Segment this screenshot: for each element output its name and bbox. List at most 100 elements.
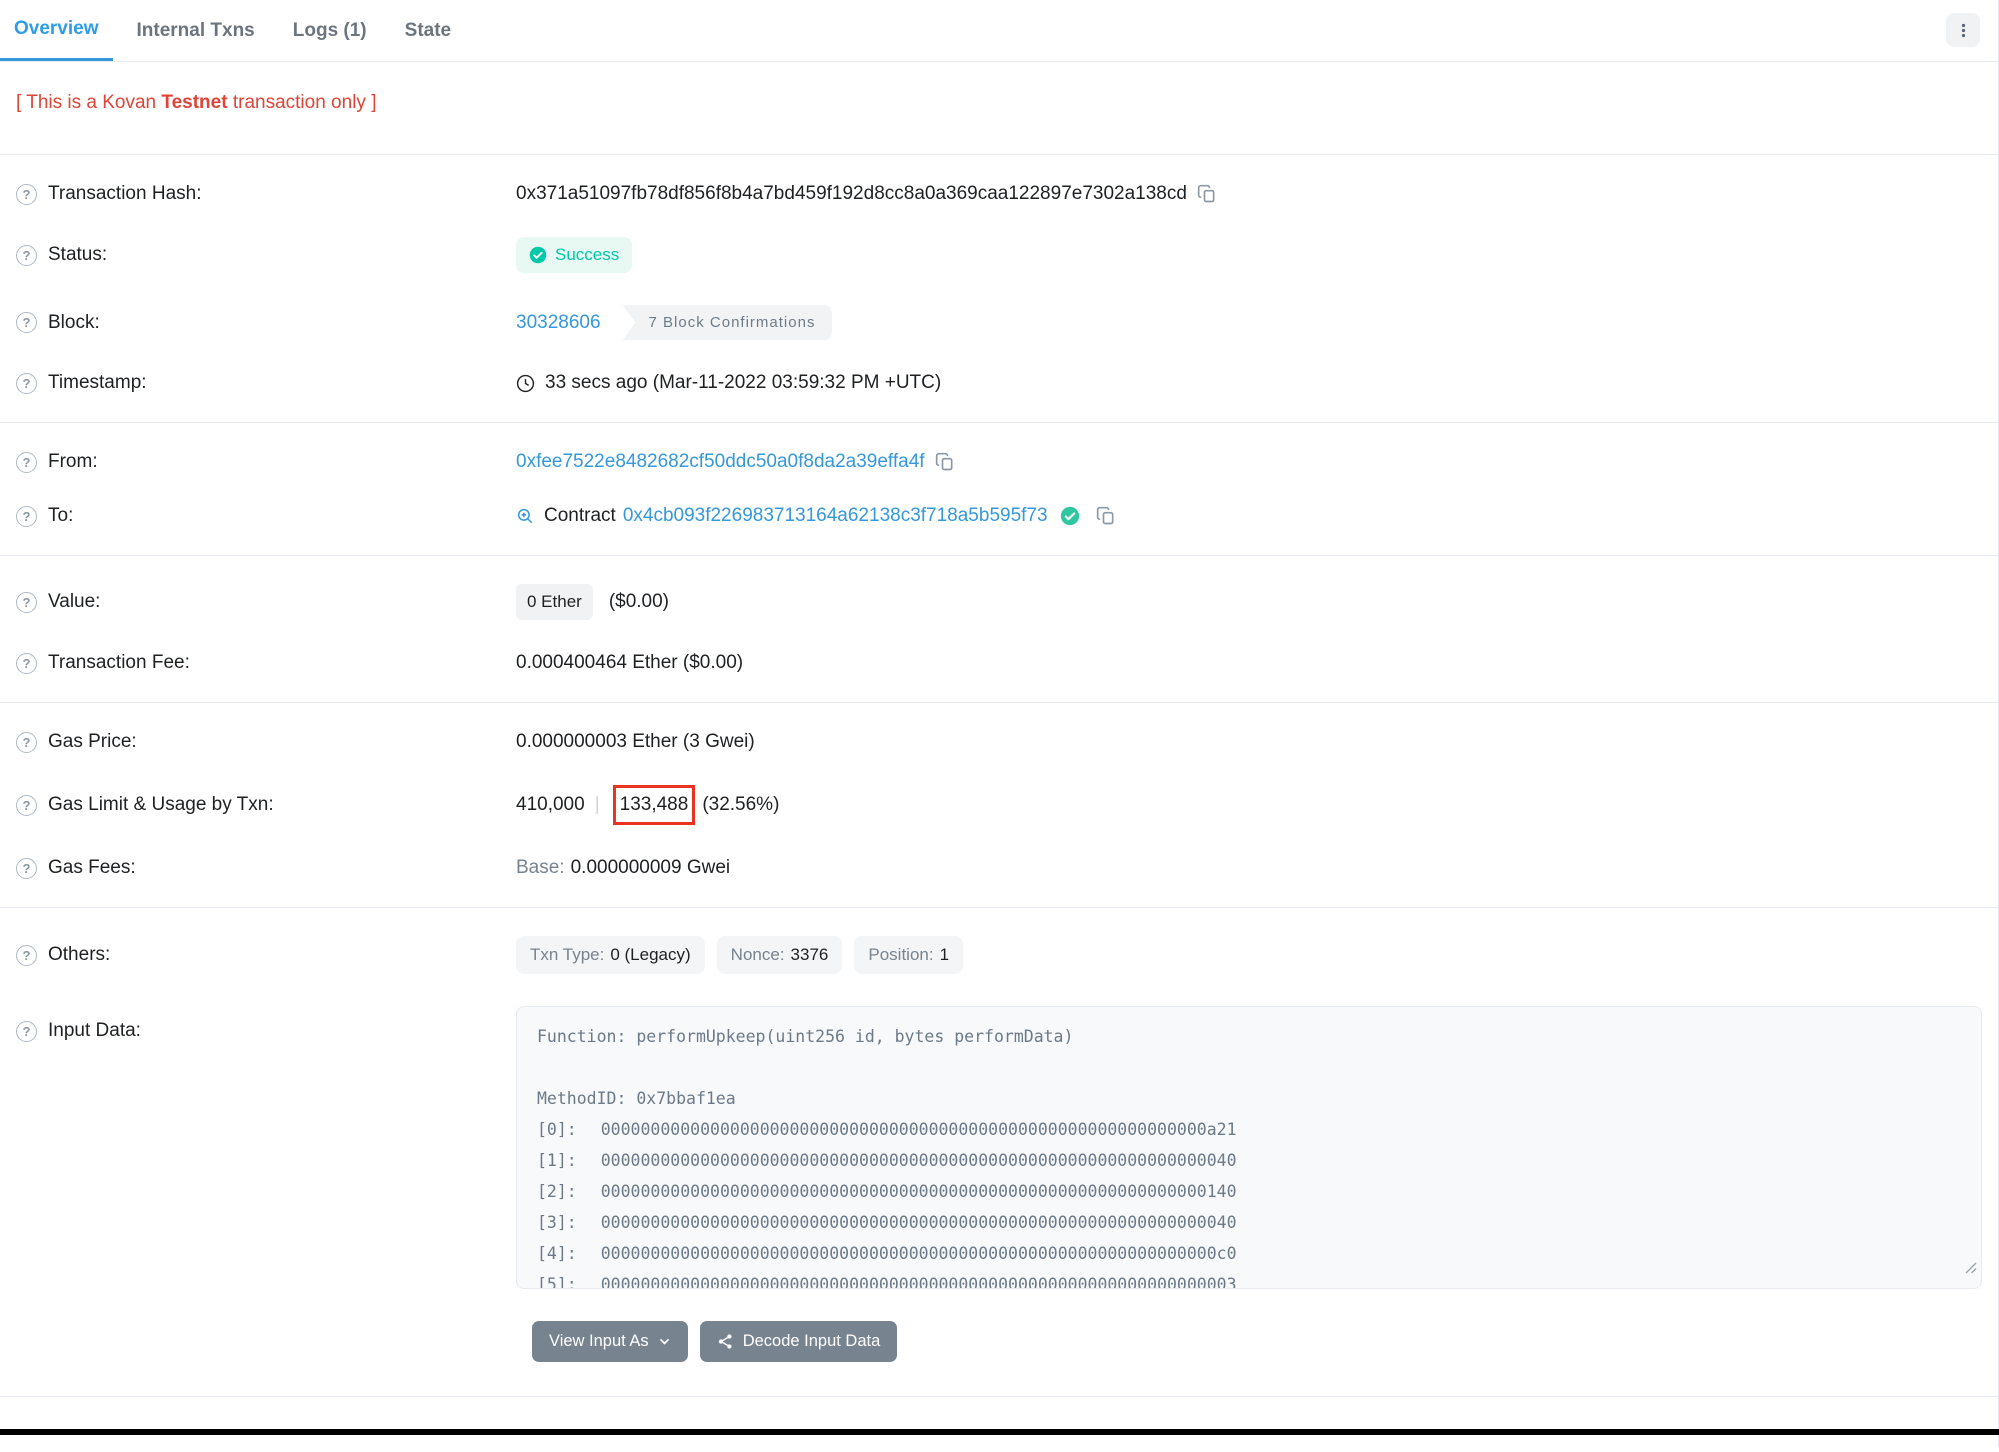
help-icon[interactable]: ? [16,183,37,205]
tab-item[interactable]: State [391,0,465,61]
input-function-line: Function: performUpkeep(uint256 id, byte… [537,1027,1074,1046]
check-circle-icon [529,246,547,264]
from-label: From: [48,451,98,472]
word-hex: 0000000000000000000000000000000000000000… [600,1120,1237,1139]
tab-item[interactable]: Overview [0,0,113,61]
row-transaction-fee: ? Transaction Fee: 0.000400464 Ether ($0… [16,636,1982,690]
row-to: ? To: Contract 0x4cb093f226983713164a621… [16,489,1982,543]
timestamp-label: Timestamp: [48,372,147,393]
row-gas-price: ? Gas Price: 0.000000003 Ether (3 Gwei) [16,715,1982,769]
row-gas-fees: ? Gas Fees: Base: 0.000000009 Gwei [16,841,1982,895]
to-address-link[interactable]: 0x4cb093f226983713164a62138c3f718a5b595f… [623,505,1048,527]
input-data-label: Input Data: [48,1020,141,1041]
help-icon[interactable]: ? [16,372,37,394]
row-transaction-hash: ? Transaction Hash: 0x371a51097fb78df856… [16,167,1982,221]
view-input-as-button[interactable]: View Input As [532,1321,688,1362]
from-address-link[interactable]: 0xfee7522e8482682cf50ddc50a0f8da2a39effa… [516,451,925,473]
tab-item[interactable]: Internal Txns [123,0,269,61]
to-label: To: [48,505,74,526]
status-label: Status: [48,244,108,265]
word-index: [1]: [537,1151,577,1170]
row-gas-limit-usage: ? Gas Limit & Usage by Txn: 410,000 | 13… [16,769,1982,841]
help-icon[interactable]: ? [16,731,37,753]
tab-bar: Overview Internal Txns Logs (1) State [0,0,1998,62]
section-overview-top: ? Transaction Hash: 0x371a51097fb78df856… [0,155,1998,423]
gas-base-value: 0.000000009 Gwei [570,857,731,878]
others-label: Others: [48,944,111,965]
decode-input-data-button[interactable]: Decode Input Data [699,1321,898,1362]
verified-check-icon [1060,506,1080,526]
to-type-text: Contract [544,505,616,526]
help-icon[interactable]: ? [16,505,37,527]
zoom-in-icon[interactable] [516,507,534,525]
section-value-fee: ? Value: 0 Ether ($0.00) ? Transaction F… [0,556,1998,703]
block-label: Block: [48,311,100,333]
transaction-fee-label: Transaction Fee: [48,652,190,673]
decode-icon [717,1333,734,1350]
word-hex: 0000000000000000000000000000000000000000… [600,1275,1237,1289]
help-icon[interactable]: ? [16,794,37,816]
gas-price-value: 0.000000003 Ether (3 Gwei) [516,731,755,752]
transaction-fee-value: 0.000400464 Ether ($0.00) [516,652,744,673]
word-hex: 0000000000000000000000000000000000000000… [600,1213,1237,1232]
gas-base-label: Base: [516,857,565,878]
transaction-details-page: Overview Internal Txns Logs (1) State .m… [0,0,1999,1446]
block-confirmations-badge: 7 Block Confirmations [622,305,833,340]
row-from: ? From: 0xfee7522e8482682cf50ddc50a0f8da… [16,435,1982,489]
word-hex: 0000000000000000000000000000000000000000… [600,1151,1237,1170]
help-icon[interactable]: ? [16,591,37,613]
input-word-line: [3]: 000000000000000000000000000000000000… [537,1207,1961,1238]
tab-item[interactable]: Logs (1) [279,0,381,61]
word-index: [0]: [537,1120,577,1139]
status-badge: Success [516,237,633,273]
gas-used-percent: (32.56%) [702,794,780,815]
value-label: Value: [48,591,101,612]
attribute-chip: Txn Type: 0 (Legacy) [516,936,705,974]
input-word-line: [5]: 000000000000000000000000000000000000… [537,1269,1961,1289]
input-data-textarea[interactable]: Function: performUpkeep(uint256 id, byte… [516,1006,1982,1289]
help-icon[interactable]: ? [16,1020,37,1042]
gas-limit-label: Gas Limit & Usage by Txn: [48,794,274,815]
gas-separator: | [594,794,600,815]
word-hex: 0000000000000000000000000000000000000000… [600,1244,1237,1263]
row-block: ? Block: 30328606 7 Block Confirmations [16,289,1982,356]
help-icon[interactable]: ? [16,451,37,473]
help-icon[interactable]: ? [16,244,37,266]
row-timestamp: ? Timestamp: 33 secs ago (Mar-11-2022 03… [16,356,1982,410]
row-input-data: ? Input Data: Function: performUpkeep(ui… [16,990,1982,1305]
help-icon[interactable]: ? [16,944,37,966]
transaction-hash-value: 0x371a51097fb78df856f8b4a7bd459f192d8cc8… [516,183,1187,204]
word-index: [2]: [537,1182,577,1201]
help-icon[interactable]: ? [16,652,37,674]
section-addresses: ? From: 0xfee7522e8482682cf50ddc50a0f8da… [0,423,1998,556]
copy-icon[interactable] [935,452,955,472]
copy-icon[interactable] [1197,184,1217,204]
word-index: [3]: [537,1213,577,1232]
attribute-chip: Position: 1 [854,936,964,974]
block-number-link[interactable]: 30328606 [516,312,601,334]
notice-section: [ This is a Kovan Testnet transaction on… [0,62,1998,155]
help-icon[interactable]: ? [16,857,37,879]
section-others-input: ? Others: Txn Type: 0 (Legacy) Nonce: 3376… [0,908,1998,1397]
resize-handle[interactable] [1965,1253,1977,1284]
value-amount-chip: 0 Ether [516,584,593,620]
value-usd-text: ($0.00) [608,591,670,612]
copy-icon[interactable] [1096,506,1116,526]
row-others: ? Others: Txn Type: 0 (Legacy) Nonce: 3376… [16,920,1982,990]
input-methodid-line: MethodID: 0x7bbaf1ea [537,1089,736,1108]
gas-fees-label: Gas Fees: [48,857,136,878]
row-status: ? Status: Success [16,221,1982,289]
more-options-button[interactable] [1946,13,1980,47]
input-word-line: [0]: 000000000000000000000000000000000000… [537,1114,1961,1145]
word-hex: 0000000000000000000000000000000000000000… [600,1182,1237,1201]
gas-price-label: Gas Price: [48,731,137,752]
testnet-notice: [ This is a Kovan Testnet transaction on… [16,92,377,113]
gas-used-value-annotated: 133,488 [612,785,696,825]
help-icon[interactable]: ? [16,312,37,333]
input-word-line: [4]: 000000000000000000000000000000000000… [537,1238,1961,1269]
timestamp-value: 33 secs ago (Mar-11-2022 03:59:32 PM +UT… [545,372,942,393]
clock-icon [516,374,535,393]
section-gas: ? Gas Price: 0.000000003 Ether (3 Gwei) … [0,703,1998,908]
row-value: ? Value: 0 Ether ($0.00) [16,568,1982,636]
gas-limit-value: 410,000 [516,794,585,815]
